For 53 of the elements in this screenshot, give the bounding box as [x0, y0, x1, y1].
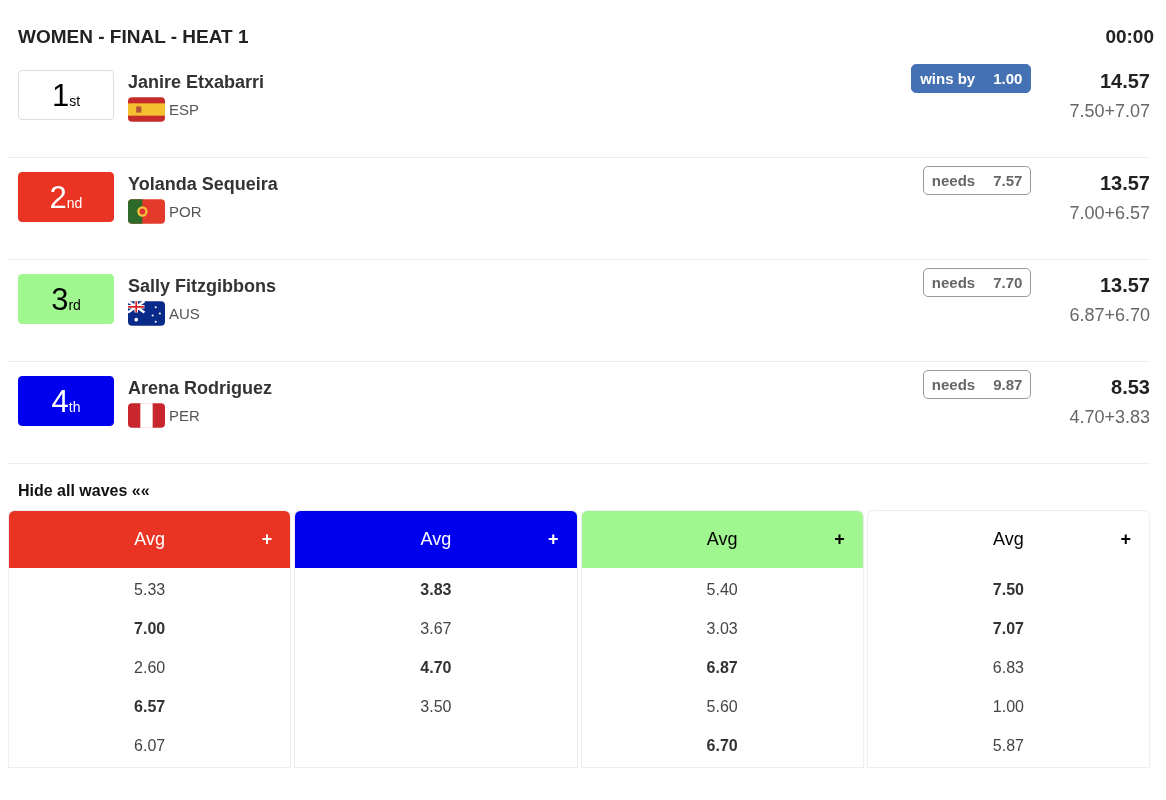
flag-icon — [128, 199, 165, 224]
score-breakdown: 4.70+3.83 — [1069, 407, 1150, 428]
score-status-badge: needs 7.70 — [922, 268, 1032, 297]
heat-title: WOMEN - FINAL - HEAT 1 — [18, 26, 249, 48]
score-status-badge: wins by 1.00 — [911, 64, 1032, 93]
total-score: 14.57 — [1099, 70, 1150, 93]
rank-badge: 2nd — [18, 172, 114, 222]
wave-score: 5.40 — [705, 580, 739, 600]
rank-badge: 1st — [18, 70, 114, 120]
surfer-name: Yolanda Sequeira — [128, 174, 278, 195]
total-score: 8.53 — [1111, 376, 1150, 399]
wave-score: 3.83 — [419, 580, 453, 600]
surfer-name: Sally Fitzgibbons — [128, 276, 276, 297]
wave-score: 6.07 — [133, 736, 167, 756]
rank-badge: 3rd — [18, 274, 114, 324]
country-code: AUS — [169, 305, 200, 322]
wave-score: 6.57 — [133, 697, 167, 717]
total-score: 13.57 — [1099, 172, 1150, 195]
flag-icon — [128, 97, 165, 122]
wave-score: 4.70 — [419, 658, 453, 678]
rank-badge: 4th — [18, 376, 114, 426]
column-header[interactable]: Avg + — [9, 510, 291, 568]
score-status-badge: needs 9.87 — [922, 370, 1032, 399]
flag-icon — [128, 403, 165, 428]
wave-score: 7.50 — [991, 580, 1025, 600]
score-breakdown: 6.87+6.70 — [1069, 305, 1150, 326]
flag-icon — [128, 301, 165, 326]
wave-score: 6.87 — [705, 658, 739, 678]
wave-score: 5.33 — [133, 580, 167, 600]
surfer-name: Arena Rodriguez — [128, 378, 273, 399]
column-header[interactable]: Avg + — [295, 510, 577, 568]
wave-score: 5.60 — [705, 697, 739, 717]
total-score: 13.57 — [1099, 274, 1150, 297]
wave-score: 3.67 — [419, 619, 453, 639]
wave-score: 7.00 — [133, 619, 167, 639]
wave-score: 3.50 — [419, 697, 453, 717]
wave-score: 2.60 — [133, 658, 167, 678]
surfer-name: Janire Etxabarri — [128, 72, 265, 93]
score-status-badge: needs 7.57 — [922, 166, 1032, 195]
column-header[interactable]: Avg + — [581, 510, 863, 568]
wave-score: 7.07 — [991, 619, 1025, 639]
country-code: PER — [169, 407, 200, 424]
wave-score: 1.00 — [991, 697, 1025, 717]
score-breakdown: 7.50+7.07 — [1069, 101, 1150, 122]
hide-waves-link[interactable]: Hide all waves «« — [18, 482, 150, 500]
country-code: POR — [169, 203, 202, 220]
wave-score: 5.87 — [991, 736, 1025, 756]
wave-score: 6.83 — [991, 658, 1025, 678]
wave-score: 3.03 — [705, 619, 739, 639]
score-breakdown: 7.00+6.57 — [1069, 203, 1150, 224]
heat-clock: 00:00 — [1105, 26, 1154, 48]
country-code: ESP — [169, 101, 199, 118]
wave-score: 6.70 — [705, 736, 739, 756]
